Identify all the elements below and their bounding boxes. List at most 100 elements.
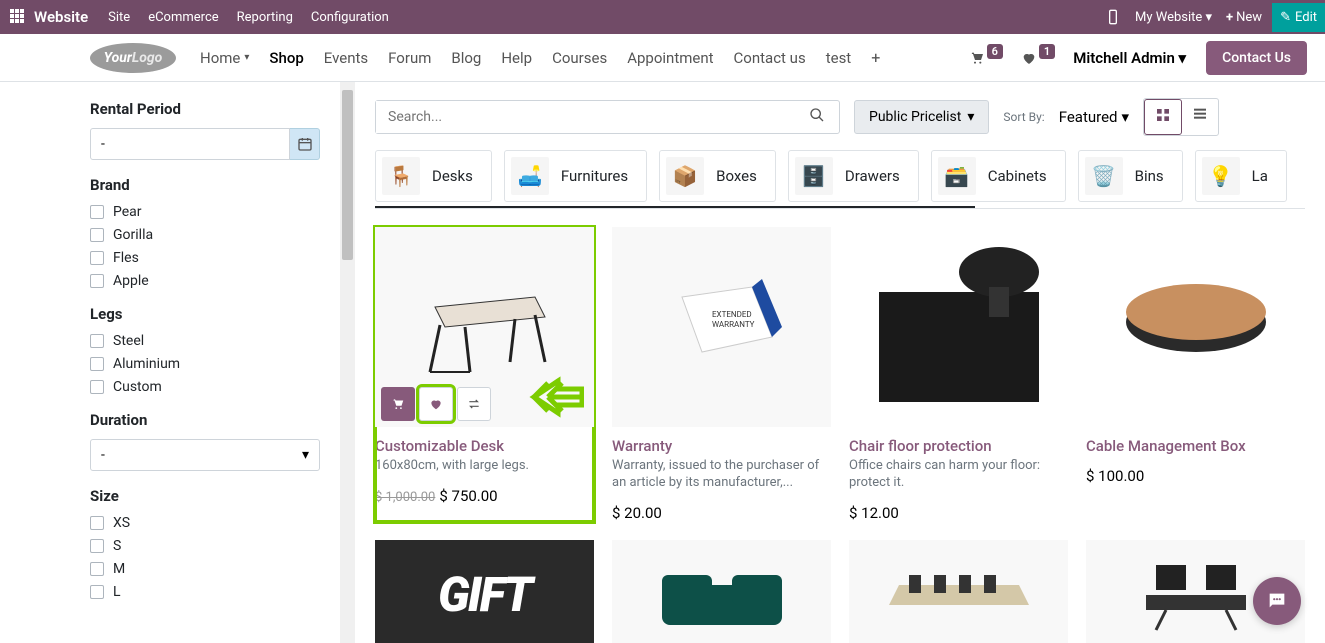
product-title[interactable]: Customizable Desk <box>375 437 594 455</box>
main-content: Public Pricelist▾ Sort By: Featured▾ 🪑De… <box>355 82 1325 643</box>
size-s[interactable]: S <box>90 538 320 554</box>
contact-us-button[interactable]: Contact Us <box>1206 41 1307 75</box>
chat-bubble-button[interactable] <box>1253 577 1301 625</box>
brand-gorilla[interactable]: Gorilla <box>90 227 320 243</box>
sortby-label: Sort By: <box>1003 110 1044 124</box>
new-button[interactable]: +New <box>1226 10 1262 25</box>
size-title: Size <box>90 487 320 505</box>
product-card[interactable]: Cable Management Box $ 100.00 <box>1086 227 1305 522</box>
product-card[interactable]: Customizable Desk 160x80cm, with large l… <box>375 227 594 522</box>
product-image <box>849 227 1068 427</box>
size-xs[interactable]: XS <box>90 515 320 531</box>
cat-cabinets-icon: 🗃️ <box>938 157 976 195</box>
cat-desks-icon: 🪑 <box>382 157 420 195</box>
rental-period-title: Rental Period <box>90 100 320 118</box>
product-card[interactable] <box>612 540 831 643</box>
nav-test[interactable]: test <box>826 49 852 67</box>
cat-bins-icon: 🗑️ <box>1085 157 1123 195</box>
product-image <box>1086 227 1305 427</box>
app-brand[interactable]: Website <box>34 8 88 26</box>
site-logo[interactable]: YourLogo <box>90 43 176 73</box>
nav-courses[interactable]: Courses <box>552 49 607 67</box>
logo-part1: Your <box>104 50 132 66</box>
brand-fles[interactable]: Fles <box>90 250 320 266</box>
product-card[interactable]: Chair floor protection Office chairs can… <box>849 227 1068 522</box>
nav-add-icon[interactable]: + <box>871 48 880 67</box>
rental-period-input[interactable] <box>90 128 290 160</box>
duration-title: Duration <box>90 411 320 429</box>
legs-custom[interactable]: Custom <box>90 379 320 395</box>
pricelist-dropdown[interactable]: Public Pricelist▾ <box>854 100 989 134</box>
mobile-icon[interactable] <box>1105 9 1121 25</box>
nav-shop[interactable]: Shop <box>269 49 303 67</box>
sidebar-scrollbar[interactable] <box>340 82 355 643</box>
menu-configuration[interactable]: Configuration <box>311 10 389 25</box>
nav-appointment[interactable]: Appointment <box>627 49 713 67</box>
menu-ecommerce[interactable]: eCommerce <box>148 10 218 25</box>
chat-icon <box>1266 590 1288 612</box>
cart-count-badge: 6 <box>987 44 1003 59</box>
cat-boxes-icon: 📦 <box>666 157 704 195</box>
cat-cabinets[interactable]: 🗃️Cabinets <box>931 150 1066 202</box>
product-card[interactable]: EXTENDEDWARRANTY Warranty Warranty, issu… <box>612 227 831 522</box>
legs-steel[interactable]: Steel <box>90 333 320 349</box>
nav-forum[interactable]: Forum <box>388 49 431 67</box>
grid-view-button[interactable] <box>1144 99 1182 135</box>
top-menubar: Website Site eCommerce Reporting Configu… <box>0 0 1325 34</box>
legs-aluminium[interactable]: Aluminium <box>90 356 320 372</box>
wishlist-indicator[interactable]: 1 <box>1021 50 1055 66</box>
cat-drawers[interactable]: 🗄️Drawers <box>788 150 919 202</box>
menu-site[interactable]: Site <box>108 10 130 25</box>
brand-title: Brand <box>90 176 320 194</box>
product-desc: 160x80cm, with large legs. <box>375 458 594 475</box>
cat-furnitures[interactable]: 🛋️Furnitures <box>504 150 647 202</box>
edit-button[interactable]: ✎Edit <box>1272 3 1325 32</box>
size-l[interactable]: L <box>90 584 320 600</box>
site-header: YourLogo Home▾ Shop Events Forum Blog He… <box>0 34 1325 82</box>
cat-bins[interactable]: 🗑️Bins <box>1078 150 1183 202</box>
sort-dropdown[interactable]: Featured▾ <box>1059 108 1129 126</box>
search-input[interactable] <box>376 101 795 133</box>
cart-indicator[interactable]: 6 <box>969 50 1003 66</box>
calendar-button[interactable] <box>290 128 320 160</box>
svg-text:EXTENDED: EXTENDED <box>712 310 752 319</box>
product-image: GIFT <box>375 540 594 643</box>
product-title[interactable]: Chair floor protection <box>849 437 1068 455</box>
wishlist-count-badge: 1 <box>1039 44 1055 59</box>
brand-apple[interactable]: Apple <box>90 273 320 289</box>
legs-title: Legs <box>90 305 320 323</box>
add-to-cart-button[interactable] <box>381 387 415 421</box>
apps-icon[interactable] <box>10 9 26 25</box>
user-menu[interactable]: Mitchell Admin ▾ <box>1073 49 1186 67</box>
mywebsite-dropdown[interactable]: My Website ▾ <box>1135 10 1212 25</box>
product-image <box>849 540 1068 643</box>
cat-furnitures-icon: 🛋️ <box>511 157 549 195</box>
cat-desks[interactable]: 🪑Desks <box>375 150 492 202</box>
product-price: $ 100.00 <box>1086 467 1144 485</box>
nav-home[interactable]: Home▾ <box>200 49 249 67</box>
product-desc: Office chairs can harm your floor: prote… <box>849 458 1068 492</box>
nav-help[interactable]: Help <box>501 49 532 67</box>
product-grid: Customizable Desk 160x80cm, with large l… <box>375 227 1305 643</box>
heart-icon <box>429 397 443 411</box>
product-card[interactable] <box>849 540 1068 643</box>
brand-pear[interactable]: Pear <box>90 204 320 220</box>
cat-lamps[interactable]: 💡La <box>1195 150 1287 202</box>
logo-part2: Logo <box>132 50 162 66</box>
wishlist-button[interactable] <box>419 387 453 421</box>
nav-contactus[interactable]: Contact us <box>734 49 806 67</box>
product-title[interactable]: Cable Management Box <box>1086 437 1305 455</box>
list-view-button[interactable] <box>1182 99 1218 135</box>
size-m[interactable]: M <box>90 561 320 577</box>
calendar-icon <box>297 136 313 152</box>
search-icon[interactable] <box>795 107 839 127</box>
cat-boxes[interactable]: 📦Boxes <box>659 150 776 202</box>
nav-events[interactable]: Events <box>324 49 368 67</box>
menu-reporting[interactable]: Reporting <box>237 10 293 25</box>
compare-button[interactable] <box>457 387 491 421</box>
product-title[interactable]: Warranty <box>612 437 831 455</box>
duration-select[interactable]: -▾ <box>90 439 320 471</box>
mywebsite-label: My Website <box>1135 10 1202 25</box>
nav-blog[interactable]: Blog <box>451 49 481 67</box>
product-card[interactable]: GIFT <box>375 540 594 643</box>
